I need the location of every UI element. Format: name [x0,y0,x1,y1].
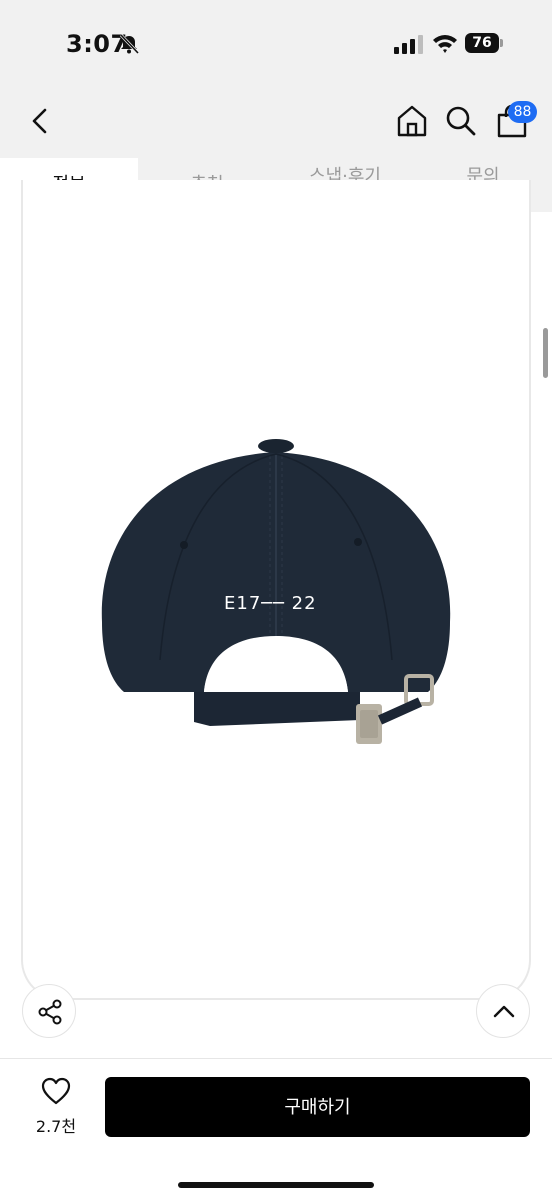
like-count: 2.7천 [35,1117,77,1136]
share-icon [38,999,62,1025]
home-icon[interactable] [396,104,428,138]
status-bar: 3:07 76 [0,0,552,90]
search-icon[interactable] [445,105,477,137]
back-chevron-icon[interactable] [26,106,54,136]
cart-count-badge: 88 [508,101,537,123]
chevron-up-icon [493,1005,515,1018]
home-indicator [178,1182,374,1188]
purchase-bar: 2.7천 구매하기 [0,1058,552,1200]
battery-icon: 76 [465,33,499,53]
scrollbar[interactable] [543,328,548,378]
cellular-signal-icon [394,35,423,54]
wifi-icon [433,35,457,53]
product-cap-image [101,439,451,744]
like-button[interactable]: 2.7천 [24,1077,88,1137]
battery-tip [500,39,503,47]
heart-icon [41,1077,71,1105]
top-navigation: 88 [0,90,552,158]
scroll-to-top-button[interactable] [476,984,530,1038]
battery-level: 76 [472,35,492,51]
buy-button[interactable]: 구매하기 [105,1077,530,1137]
share-button[interactable] [22,984,76,1038]
cap-embroidery-text: E17── 22 [224,593,317,614]
bell-slash-icon [119,33,140,55]
